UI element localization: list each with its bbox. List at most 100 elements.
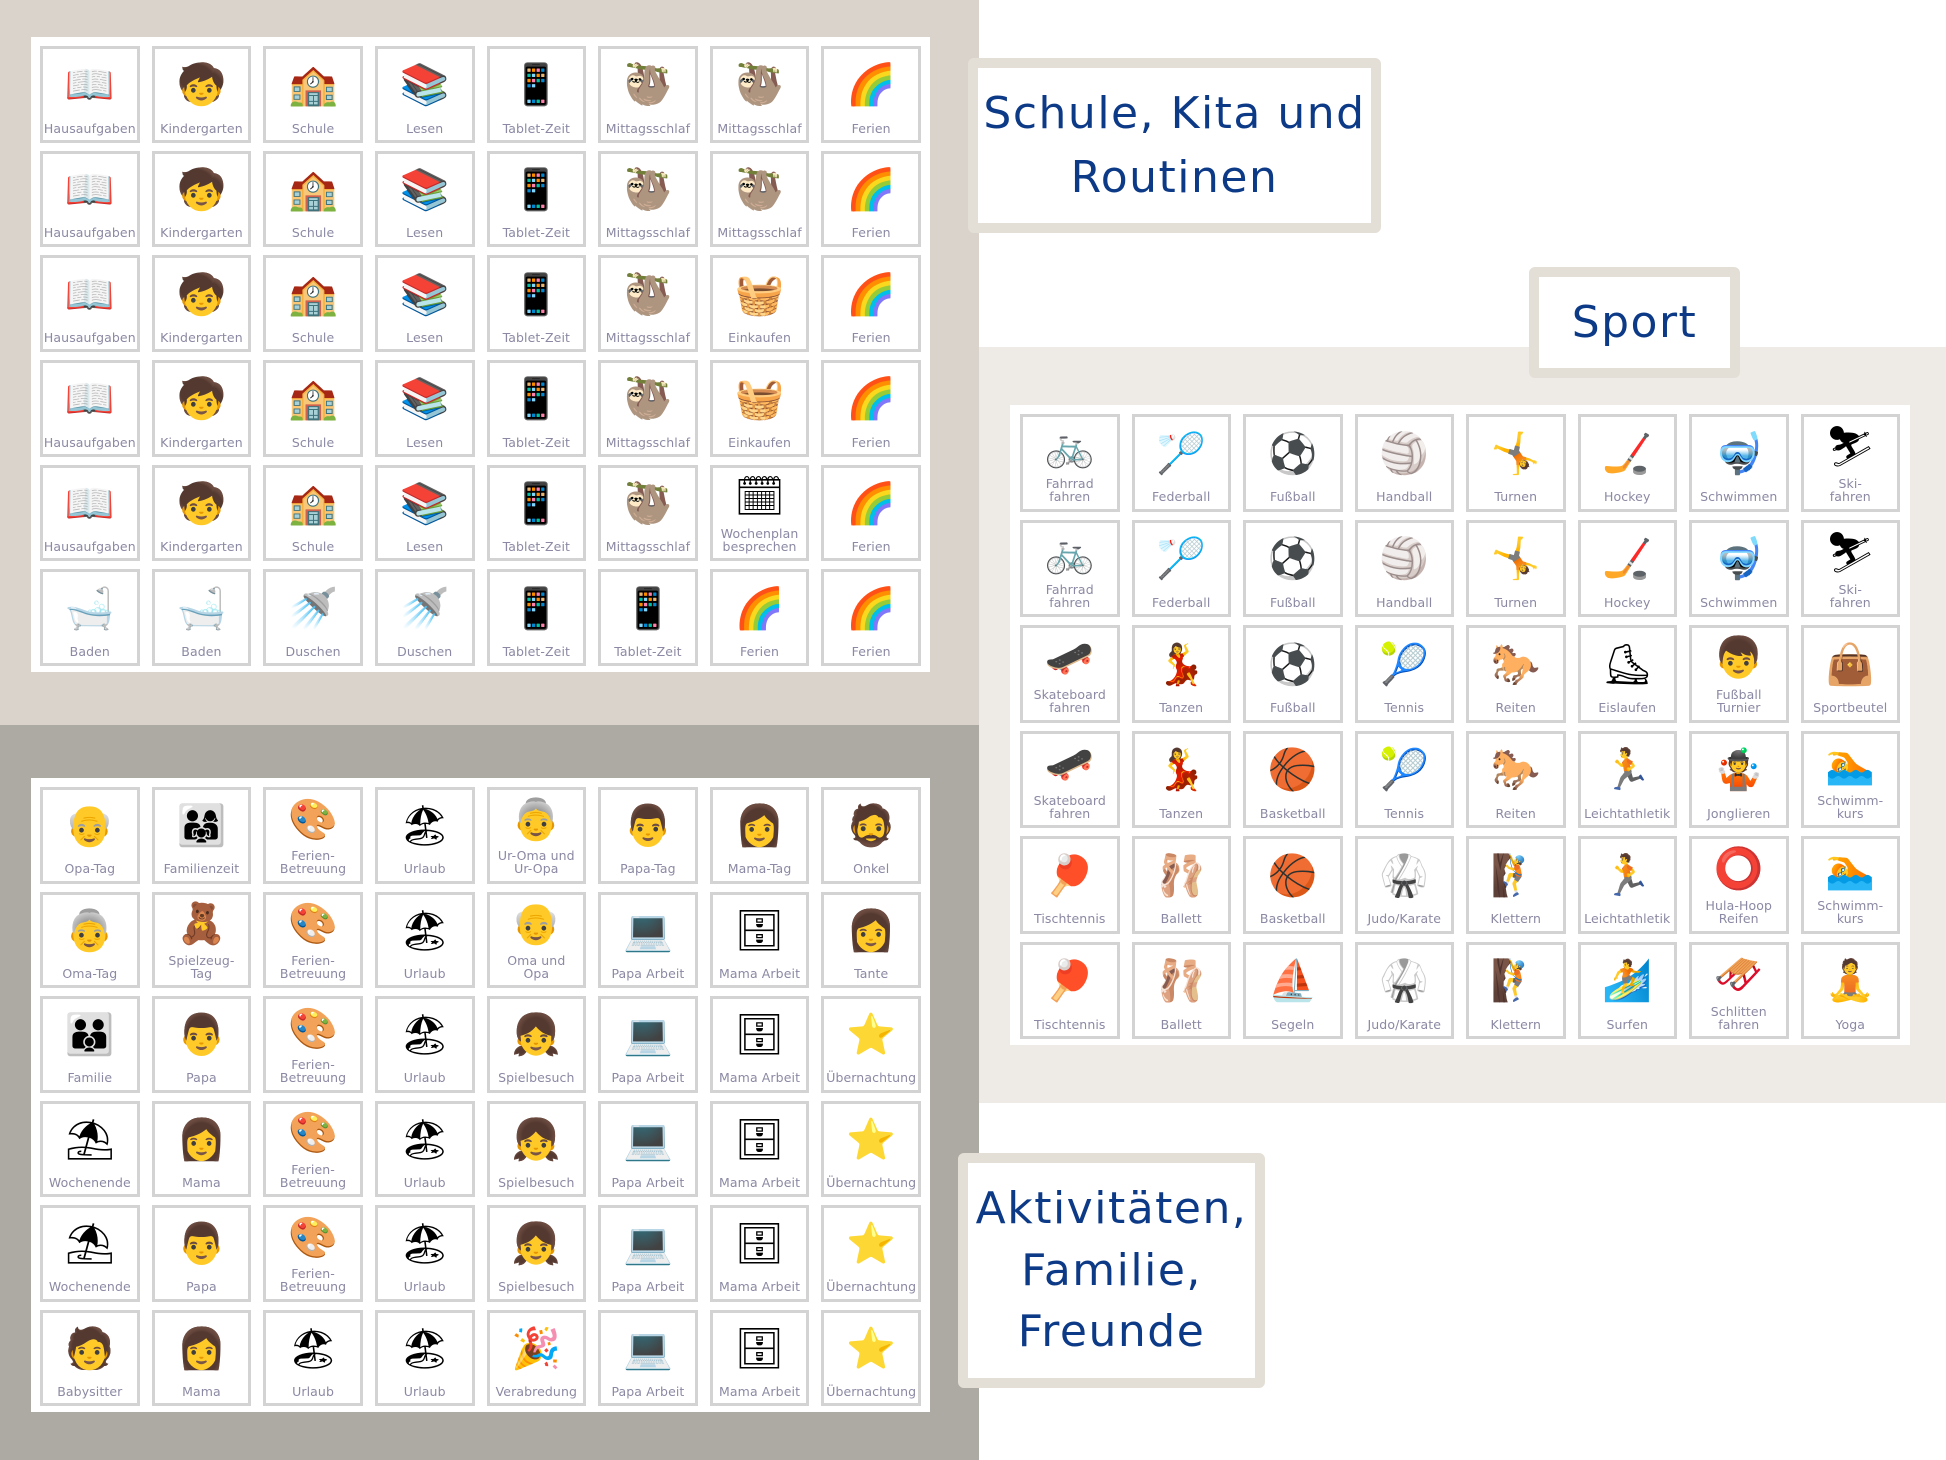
picture-card[interactable]: 🏓 Tischtennis (1020, 941, 1120, 1039)
picture-card[interactable]: 🌈 Ferien (821, 150, 921, 248)
picture-card[interactable]: 👵 Ur-Oma und Ur-Opa (486, 787, 587, 884)
picture-card[interactable]: 🏖 Urlaub (374, 1100, 475, 1197)
picture-card[interactable]: 👨 Papa (151, 1205, 252, 1302)
picture-card[interactable]: 🧸 Spielzeug- Tag (151, 891, 252, 988)
picture-card[interactable]: 📱 Tablet-Zeit (486, 150, 587, 248)
picture-card[interactable]: 👴 Oma und Opa (486, 891, 587, 988)
picture-card[interactable]: ⛷ Ski- fahren (1800, 414, 1900, 512)
picture-card[interactable]: 🧔 Onkel (821, 787, 921, 884)
picture-card[interactable]: 👩 Mama (151, 1100, 252, 1197)
picture-card[interactable]: 👧 Spielbesuch (486, 996, 587, 1093)
picture-card[interactable]: 🎨 Ferien- Betreuung (263, 996, 363, 1093)
picture-card[interactable]: 🏐 Handball (1354, 414, 1454, 512)
picture-card[interactable]: 👪 Familie (40, 996, 140, 1093)
picture-card[interactable]: 🦥 Mittagsschlaf (709, 46, 810, 143)
picture-card[interactable]: 🚿 Duschen (374, 569, 475, 666)
picture-card[interactable]: 🤹 Jonglieren (1689, 730, 1789, 828)
picture-card[interactable]: 🏄 Surfen (1577, 941, 1677, 1039)
picture-card[interactable]: 🧒 Kindergarten (151, 359, 252, 457)
picture-card[interactable]: 👵 Oma-Tag (40, 891, 140, 988)
picture-card[interactable]: 🏊 Schwimm- kurs (1800, 836, 1900, 934)
picture-card[interactable]: 🏸 Federball (1131, 414, 1231, 512)
picture-card[interactable]: 📚 Lesen (374, 255, 475, 352)
picture-card[interactable]: 👦 Fußball Turnier (1689, 625, 1789, 723)
picture-card[interactable]: 🧺 Einkaufen (709, 255, 810, 352)
picture-card[interactable]: 💃 Tanzen (1131, 625, 1231, 723)
picture-card[interactable]: 🎾 Tennis (1354, 730, 1454, 828)
picture-card[interactable]: 🗓 Wochenplan besprechen (709, 464, 810, 562)
picture-card[interactable]: 🧒 Kindergarten (151, 46, 252, 143)
picture-card[interactable]: 🏐 Handball (1354, 519, 1454, 617)
picture-card[interactable]: 🛹 Skateboard fahren (1020, 625, 1120, 723)
picture-card[interactable]: 🎨 Ferien- Betreuung (263, 787, 363, 884)
picture-card[interactable]: 🤿 Schwimmen (1689, 414, 1789, 512)
picture-card[interactable]: 🤿 Schwimmen (1689, 519, 1789, 617)
picture-card[interactable]: 🌈 Ferien (821, 464, 921, 562)
picture-card[interactable]: 🤸 Turnen (1466, 414, 1566, 512)
picture-card[interactable]: 👧 Spielbesuch (486, 1100, 587, 1197)
picture-card[interactable]: 🩰 Ballett (1131, 836, 1231, 934)
picture-card[interactable]: 📖 Hausaufgaben (40, 255, 140, 352)
picture-card[interactable]: 🦥 Mittagsschlaf (598, 150, 698, 248)
picture-card[interactable]: 💻 Papa Arbeit (598, 1100, 698, 1197)
picture-card[interactable]: ⭐ Übernachtung (821, 1100, 921, 1197)
picture-card[interactable]: 🌈 Ferien (821, 569, 921, 666)
picture-card[interactable]: 🗄 Mama Arbeit (709, 1205, 810, 1302)
picture-card[interactable]: 💻 Papa Arbeit (598, 1309, 698, 1406)
picture-card[interactable]: 🛁 Baden (151, 569, 252, 666)
picture-card[interactable]: 🧑 Babysitter (40, 1309, 140, 1406)
picture-card[interactable]: 🏖 Urlaub (263, 1309, 363, 1406)
picture-card[interactable]: ⚽ Fußball (1243, 625, 1343, 723)
picture-card[interactable]: 📱 Tablet-Zeit (486, 569, 587, 666)
picture-card[interactable]: 📚 Lesen (374, 46, 475, 143)
picture-card[interactable]: 📱 Tablet-Zeit (486, 46, 587, 143)
picture-card[interactable]: 🧒 Kindergarten (151, 255, 252, 352)
picture-card[interactable]: 🦥 Mittagsschlaf (598, 359, 698, 457)
picture-card[interactable]: 👩 Mama (151, 1309, 252, 1406)
picture-card[interactable]: 🧒 Kindergarten (151, 464, 252, 562)
picture-card[interactable]: ⚽ Fußball (1243, 414, 1343, 512)
picture-card[interactable]: 🧒 Kindergarten (151, 150, 252, 248)
picture-card[interactable]: 🏫 Schule (263, 46, 363, 143)
picture-card[interactable]: 🎾 Tennis (1354, 625, 1454, 723)
picture-card[interactable]: 💻 Papa Arbeit (598, 891, 698, 988)
picture-card[interactable]: 🌈 Ferien (821, 46, 921, 143)
picture-card[interactable]: 🐎 Reiten (1466, 730, 1566, 828)
picture-card[interactable]: 🏫 Schule (263, 150, 363, 248)
picture-card[interactable]: 🏀 Basketball (1243, 730, 1343, 828)
picture-card[interactable]: ⭕ Hula-Hoop Reifen (1689, 836, 1789, 934)
picture-card[interactable]: 🦥 Mittagsschlaf (598, 255, 698, 352)
picture-card[interactable]: 🏸 Federball (1131, 519, 1231, 617)
picture-card[interactable]: ⭐ Übernachtung (821, 1309, 921, 1406)
picture-card[interactable]: 📖 Hausaufgaben (40, 464, 140, 562)
picture-card[interactable]: 🏫 Schule (263, 359, 363, 457)
picture-card[interactable]: 🦥 Mittagsschlaf (598, 464, 698, 562)
picture-card[interactable]: ⭐ Übernachtung (821, 996, 921, 1093)
picture-card[interactable]: 🏃 Leichtathletik (1577, 836, 1677, 934)
picture-card[interactable]: 💻 Papa Arbeit (598, 996, 698, 1093)
picture-card[interactable]: 🥋 Judo/Karate (1354, 836, 1454, 934)
picture-card[interactable]: ⛸ Eislaufen (1577, 625, 1677, 723)
picture-card[interactable]: 🌈 Ferien (821, 359, 921, 457)
picture-card[interactable]: 🎨 Ferien- Betreuung (263, 1205, 363, 1302)
picture-card[interactable]: 🎉 Verabredung (486, 1309, 587, 1406)
picture-card[interactable]: 📱 Tablet-Zeit (598, 569, 698, 666)
picture-card[interactable]: 🌈 Ferien (709, 569, 810, 666)
picture-card[interactable]: 🛹 Skateboard fahren (1020, 730, 1120, 828)
picture-card[interactable]: 👩 Tante (821, 891, 921, 988)
picture-card[interactable]: 🗄 Mama Arbeit (709, 1100, 810, 1197)
picture-card[interactable]: 📚 Lesen (374, 150, 475, 248)
picture-card[interactable]: 📱 Tablet-Zeit (486, 464, 587, 562)
picture-card[interactable]: 🐎 Reiten (1466, 625, 1566, 723)
picture-card[interactable]: 🗄 Mama Arbeit (709, 996, 810, 1093)
picture-card[interactable]: 🚲 Fahrrad fahren (1020, 519, 1120, 617)
picture-card[interactable]: 👨 Papa (151, 996, 252, 1093)
picture-card[interactable]: 👨‍👩‍👧 Familienzeit (151, 787, 252, 884)
picture-card[interactable]: ⚽ Fußball (1243, 519, 1343, 617)
picture-card[interactable]: 🧗 Klettern (1466, 836, 1566, 934)
picture-card[interactable]: 📖 Hausaufgaben (40, 150, 140, 248)
picture-card[interactable]: 👴 Opa-Tag (40, 787, 140, 884)
picture-card[interactable]: ⛱ Wochenende (40, 1205, 140, 1302)
picture-card[interactable]: 🏓 Tischtennis (1020, 836, 1120, 934)
picture-card[interactable]: 📚 Lesen (374, 464, 475, 562)
